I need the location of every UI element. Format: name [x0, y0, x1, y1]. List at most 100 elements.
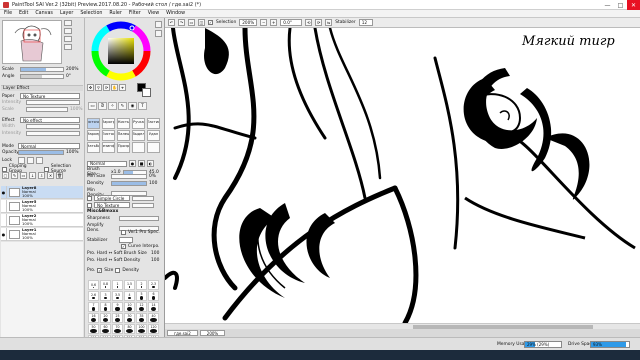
rotate-tool-icon[interactable]: ⟳ [103, 84, 110, 91]
document-zoom-tab[interactable]: 200% [199, 330, 226, 336]
paper-intensity-slider[interactable] [26, 100, 80, 105]
brush-tool-button[interactable]: Маркер [87, 130, 100, 141]
pressure-density-checkbox[interactable] [115, 268, 121, 273]
nav-angle-slider[interactable] [20, 74, 64, 79]
lock-move-button[interactable] [36, 157, 43, 164]
texture-select[interactable]: No Texture [94, 202, 130, 208]
rect-select-tool-icon[interactable]: ▭ [88, 102, 97, 110]
layer-effect-header[interactable]: Layer Effect [1, 85, 83, 91]
misc-header[interactable]: Misc&Bmxxx [87, 209, 118, 214]
brush-size-preset[interactable]: 20 [100, 313, 111, 323]
zoom-tool-icon[interactable]: ⚲ [95, 84, 102, 91]
eye-icon[interactable] [1, 199, 7, 213]
clipping-checkbox[interactable] [2, 166, 7, 172]
menu-canvas[interactable]: Canvas [35, 11, 53, 16]
layer-item[interactable]: ● Layer8 Normal 100% [1, 185, 83, 199]
rotate-left-button[interactable]: ⟲ [305, 19, 313, 26]
menu-file[interactable]: File [4, 11, 12, 16]
layer-mode-select[interactable]: Normal [18, 143, 80, 149]
lock-transparency-button[interactable] [18, 157, 25, 164]
zoom-out-button[interactable]: − [260, 19, 268, 26]
nav-zoom-in-button[interactable] [64, 20, 72, 26]
selection-checkbox[interactable]: ✓ [208, 20, 213, 25]
document-tab[interactable]: где.sai2 [167, 330, 198, 336]
nav-rotate-button[interactable] [64, 44, 72, 50]
brush-tool-button[interactable]: Аэрогр [102, 118, 115, 129]
brush-size-preset[interactable]: 5 [136, 291, 147, 301]
menu-layer[interactable]: Layer [60, 11, 73, 16]
selection-source-checkbox[interactable] [44, 166, 49, 172]
flip-button[interactable]: ⇋ [325, 19, 333, 26]
curve-checkbox[interactable]: ✓ [121, 244, 126, 249]
layer-item[interactable]: ● Layer1 Normal 100% [1, 227, 83, 241]
brush-tool-button[interactable]: Листок [102, 130, 115, 141]
brush-stabilizer-select[interactable] [119, 237, 133, 243]
transfer-down-button[interactable]: ↓ [29, 172, 36, 179]
paper-scale-slider[interactable] [26, 107, 68, 112]
color-wheel[interactable] [90, 20, 152, 82]
nav-reset-button[interactable] [64, 36, 72, 42]
eye-icon[interactable]: ● [1, 185, 7, 199]
brush-size-preset[interactable]: 9 [112, 302, 123, 312]
brush-tool-button[interactable]: Дезинфе [102, 142, 115, 153]
brush-tool-button[interactable]: Палец [117, 130, 130, 141]
effect-intensity-slider[interactable] [26, 131, 80, 136]
brush-tool-button[interactable]: Прозр [117, 142, 130, 153]
ver1-checkbox[interactable] [121, 230, 126, 235]
sharpness-slider[interactable] [119, 216, 159, 221]
menu-view[interactable]: View [148, 11, 159, 16]
brush-tool-button[interactable]: Удал [147, 130, 160, 141]
brush-size-preset[interactable]: 4 [124, 291, 135, 301]
brush-shape-soft-icon[interactable]: ◐ [147, 160, 154, 167]
zoom-field[interactable]: 200% [239, 19, 258, 26]
brush-size-preset[interactable]: 0.8 [100, 280, 111, 290]
brush-tool-button[interactable]: Выдел [132, 130, 145, 141]
nav-zoom-out-button[interactable] [64, 28, 72, 34]
eye-icon[interactable] [1, 213, 7, 227]
rotate-right-button[interactable]: ⟳ [315, 19, 323, 26]
redo-button[interactable]: ↷ [178, 19, 185, 26]
maximize-button[interactable]: □ [614, 0, 627, 10]
menu-edit[interactable]: Edit [19, 11, 28, 16]
brush-tool-button[interactable] [147, 142, 160, 153]
layer-item[interactable]: Layer2 Normal 100% [1, 213, 83, 227]
text-tool-icon[interactable]: T [138, 102, 147, 110]
undo-button[interactable]: ↶ [168, 19, 175, 26]
minimize-button[interactable]: — [601, 0, 614, 10]
min-size-slider[interactable] [111, 174, 147, 179]
magic-wand-tool-icon[interactable]: ✧ [108, 102, 117, 110]
brush-tool-button[interactable] [132, 142, 145, 153]
brush-size-preset[interactable]: 3 [100, 291, 111, 301]
brush-size-preset[interactable]: 60 [100, 324, 111, 334]
brush-shape-round-icon[interactable]: ● [129, 160, 136, 167]
drawing-canvas[interactable]: Мягкий тигр [165, 28, 640, 323]
nav-scale-slider[interactable] [20, 67, 64, 72]
zoom-in-button[interactable]: + [270, 19, 278, 26]
fill-tool-icon[interactable]: ◉ [128, 102, 137, 110]
invert-selection-button[interactable]: ◫ [198, 19, 205, 26]
brush-size-preset[interactable]: 100 [136, 324, 147, 334]
brush-tool-button[interactable]: Ластик [147, 118, 160, 129]
brush-mode-select[interactable]: Normal [87, 160, 127, 167]
close-button[interactable]: ✕ [627, 0, 640, 10]
density-slider[interactable] [111, 181, 147, 186]
brush-size-preset[interactable]: 35 [136, 313, 147, 323]
pen-tool-icon[interactable]: ✎ [118, 102, 127, 110]
move-tool-icon[interactable]: ✥ [87, 84, 94, 91]
brush-size-preset[interactable]: 8 [100, 302, 111, 312]
clear-layer-button[interactable]: ✕ [47, 172, 54, 179]
menu-selection[interactable]: Selection [80, 11, 102, 16]
brush-size-preset[interactable]: 25 [112, 313, 123, 323]
hand-tool-icon[interactable]: ✋ [111, 84, 118, 91]
brush-size-preset[interactable]: 120 [148, 324, 159, 334]
paper-select[interactable]: No Texture [20, 93, 80, 99]
brush-size-preset[interactable]: 30 [124, 313, 135, 323]
brush-size-preset[interactable]: 14 [148, 302, 159, 312]
merge-down-button[interactable]: ⇩ [38, 172, 45, 179]
delete-layer-button[interactable]: 🗑 [56, 172, 63, 179]
brush-size-preset[interactable]: 50 [88, 324, 99, 334]
brush-size-preset[interactable]: 16 [88, 313, 99, 323]
brush-shape-square-icon[interactable]: ■ [138, 160, 145, 167]
brush-size-preset[interactable]: 10 [124, 302, 135, 312]
texture-checkbox[interactable] [87, 202, 92, 208]
